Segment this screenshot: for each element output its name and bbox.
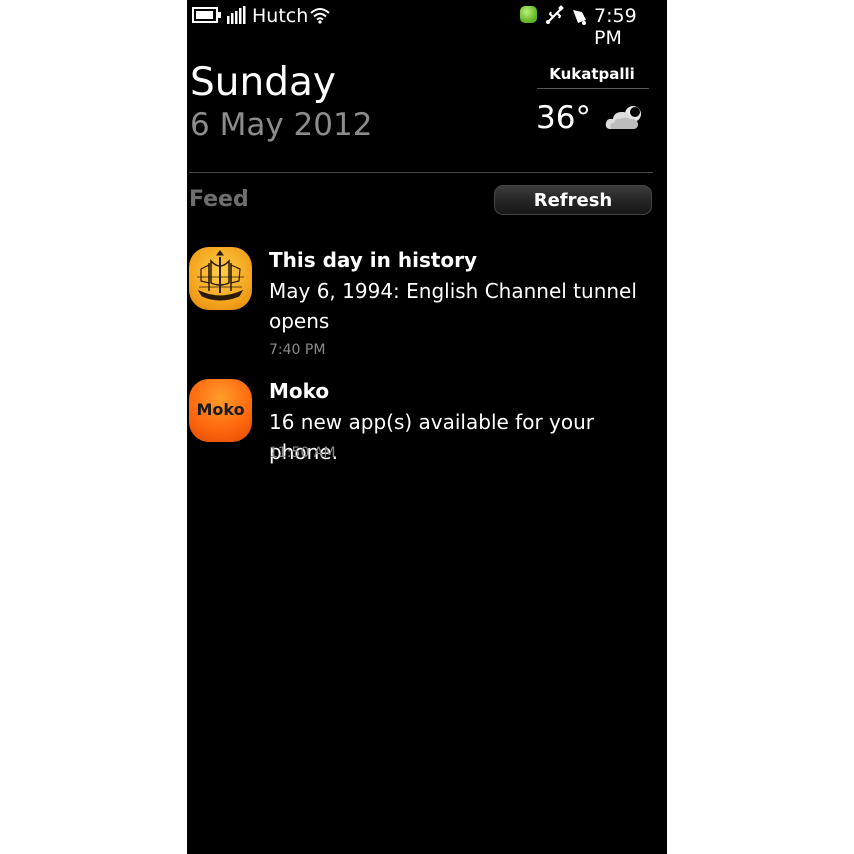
refresh-button[interactable]: Refresh bbox=[494, 185, 652, 215]
signal-icon bbox=[227, 6, 247, 28]
usb-icon bbox=[545, 5, 565, 29]
feed-item-title: This day in history bbox=[269, 248, 478, 272]
weather-divider bbox=[537, 88, 649, 89]
phone-screen: Hutch 7:59 PM Sunday 6 May 2012 Kukatpal… bbox=[187, 0, 667, 854]
status-clock: 7:59 PM bbox=[594, 5, 637, 49]
feed-item-title: Moko bbox=[269, 379, 330, 403]
status-bar: Hutch 7:59 PM bbox=[187, 0, 667, 49]
moko-app-icon: Moko bbox=[189, 379, 252, 442]
feed-item-text: May 6, 1994: English Channel tunnel open… bbox=[269, 279, 637, 333]
day-name: Sunday bbox=[190, 60, 336, 105]
carrier-name: Hutch bbox=[252, 5, 309, 27]
feed-item-history[interactable]: This day in history May 6, 1994: English… bbox=[187, 245, 667, 365]
feed-item-time: 7:40 PM bbox=[269, 342, 326, 358]
feed-item-time: 11:50 AM bbox=[269, 445, 336, 461]
battery-icon bbox=[192, 7, 222, 27]
wifi-icon bbox=[310, 7, 330, 28]
alarm-icon bbox=[570, 6, 590, 30]
header-divider bbox=[189, 172, 653, 173]
date-text: 6 May 2012 bbox=[190, 107, 373, 143]
cloud-icon bbox=[605, 103, 645, 137]
notification-dot-icon bbox=[520, 6, 537, 23]
weather-location[interactable]: Kukatpalli bbox=[532, 65, 652, 83]
feed-item-moko[interactable]: Moko Moko 16 new app(s) available for yo… bbox=[187, 378, 667, 468]
weather-temperature[interactable]: 36° bbox=[536, 100, 591, 136]
feed-label: Feed bbox=[189, 187, 249, 212]
ship-icon bbox=[189, 247, 252, 310]
moko-icon-label: Moko bbox=[196, 400, 245, 419]
